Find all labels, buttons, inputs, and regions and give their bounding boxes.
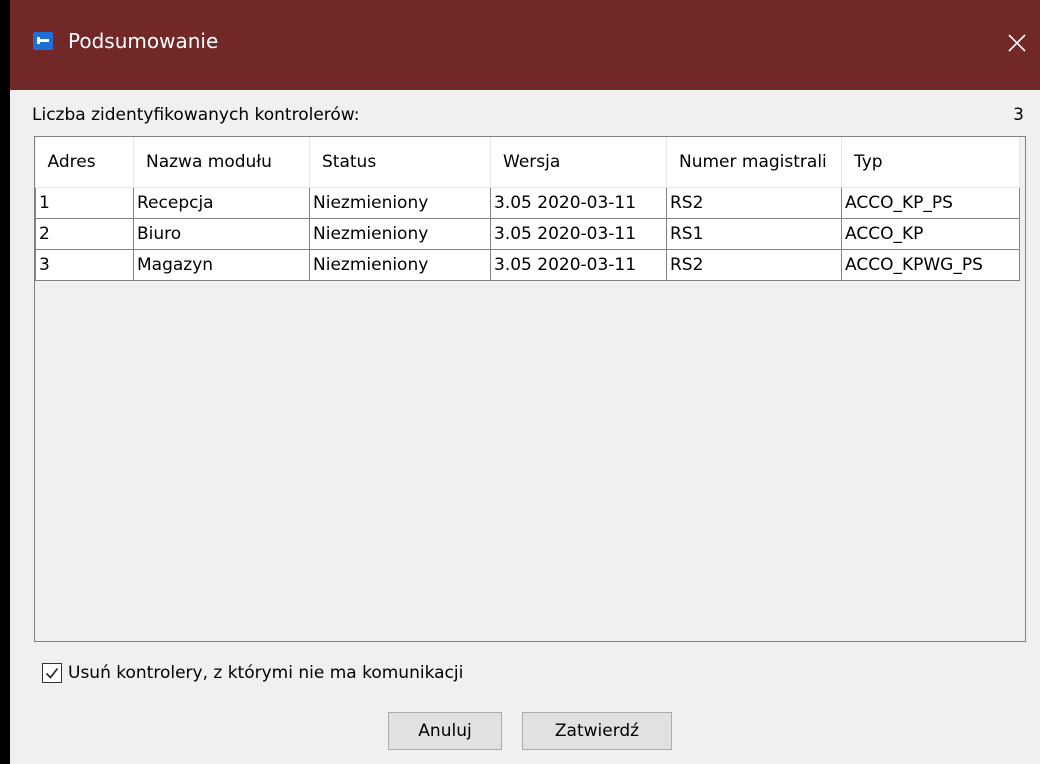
window-title: Podsumowanie — [68, 29, 219, 53]
remove-controllers-label[interactable]: Usuń kontrolery, z którymi nie ma komuni… — [68, 663, 463, 683]
cell-status[interactable]: Niezmieniony — [309, 186, 491, 219]
checkmark-icon — [45, 668, 59, 679]
cell-version[interactable]: 3.05 2020-03-11 — [490, 186, 667, 219]
summary-dialog: Podsumowanie Liczba zidentyfikowanych ko… — [10, 0, 1040, 764]
controllers-table[interactable]: Adres Nazwa modułu Status Wersja Numer m… — [34, 136, 1026, 642]
table-row[interactable]: 2 Biuro Niezmieniony 3.05 2020-03-11 RS1… — [35, 217, 1020, 250]
cell-address[interactable]: 3 — [35, 248, 134, 281]
cell-module-name[interactable]: Magazyn — [133, 248, 310, 281]
cell-type[interactable]: ACCO_KP_PS — [841, 186, 1020, 219]
column-header-type[interactable]: Typ — [841, 137, 1020, 188]
cell-type[interactable]: ACCO_KP — [841, 217, 1020, 250]
column-header-status[interactable]: Status — [309, 137, 491, 188]
remove-controllers-option[interactable]: Usuń kontrolery, z którymi nie ma komuni… — [42, 660, 463, 686]
close-icon — [1008, 34, 1026, 52]
cell-bus-number[interactable]: RS1 — [666, 217, 842, 250]
table-row[interactable]: 3 Magazyn Niezmieniony 3.05 2020-03-11 R… — [35, 248, 1020, 281]
cell-version[interactable]: 3.05 2020-03-11 — [490, 217, 667, 250]
controller-count-label: Liczba zidentyfikowanych kontrolerów: — [32, 105, 360, 125]
table-header-row: Adres Nazwa modułu Status Wersja Numer m… — [35, 137, 1020, 188]
cell-version[interactable]: 3.05 2020-03-11 — [490, 248, 667, 281]
cell-status[interactable]: Niezmieniony — [309, 248, 491, 281]
column-header-bus-number[interactable]: Numer magistrali — [666, 137, 842, 188]
controller-count-value: 3 — [1013, 105, 1024, 125]
remove-controllers-checkbox[interactable] — [42, 663, 62, 683]
cell-address[interactable]: 2 — [35, 217, 134, 250]
confirm-button[interactable]: Zatwierdź — [522, 712, 672, 750]
table-row[interactable]: 1 Recepcja Niezmieniony 3.05 2020-03-11 … — [35, 186, 1020, 219]
cell-module-name[interactable]: Recepcja — [133, 186, 310, 219]
cell-address[interactable]: 1 — [35, 186, 134, 219]
cell-bus-number[interactable]: RS2 — [666, 186, 842, 219]
column-header-module-name[interactable]: Nazwa modułu — [133, 137, 310, 188]
title-bar[interactable]: Podsumowanie — [10, 0, 1040, 90]
cell-type[interactable]: ACCO_KPWG_PS — [841, 248, 1020, 281]
cancel-button[interactable]: Anuluj — [388, 712, 502, 750]
close-button[interactable] — [994, 16, 1040, 70]
cell-status[interactable]: Niezmieniony — [309, 217, 491, 250]
column-header-version[interactable]: Wersja — [490, 137, 667, 188]
column-header-address[interactable]: Adres — [35, 137, 134, 188]
cell-bus-number[interactable]: RS2 — [666, 248, 842, 281]
cell-module-name[interactable]: Biuro — [133, 217, 310, 250]
key-card-icon — [33, 32, 53, 50]
